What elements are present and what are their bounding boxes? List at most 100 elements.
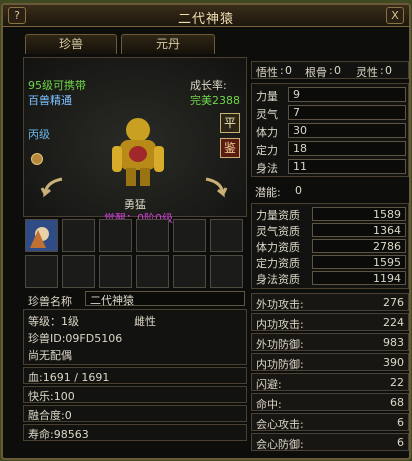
skill-slot[interactable] bbox=[136, 219, 169, 252]
combat-value: 276 bbox=[383, 296, 404, 309]
lingxing-value: 0 bbox=[385, 64, 392, 77]
gengu-label: 根骨 bbox=[305, 66, 327, 79]
aptitude-label: 身法资质 bbox=[256, 273, 300, 286]
attr-label: 体力 bbox=[256, 126, 278, 139]
combat-row: 内功攻击: 224 bbox=[251, 313, 409, 331]
aptitude-value: 1364 bbox=[373, 224, 401, 237]
aptitude-value: 1595 bbox=[373, 256, 401, 269]
combat-row: 闪避: 22 bbox=[251, 373, 409, 391]
rotate-right-icon[interactable] bbox=[202, 176, 228, 198]
attr-label: 力量 bbox=[256, 90, 278, 103]
life-row: 寿命:98563 bbox=[23, 424, 247, 441]
attr-value: 9 bbox=[293, 88, 300, 101]
combat-stats: 外功攻击: 276 内功攻击: 224 外功防御: 983 内功防御: 390 闪避: 2… bbox=[251, 293, 409, 453]
combat-label: 外功攻击: bbox=[256, 298, 304, 311]
pet-grade: 丙级 bbox=[28, 128, 50, 141]
lingxing-colon: : bbox=[380, 64, 384, 77]
attr-label: 身法 bbox=[256, 162, 278, 175]
skill-slot[interactable] bbox=[210, 255, 243, 288]
combat-label: 会心攻击: bbox=[256, 418, 304, 431]
gengu-value: 0 bbox=[334, 64, 341, 77]
skill-slot[interactable] bbox=[25, 255, 58, 288]
skill-slot[interactable] bbox=[210, 219, 243, 252]
attr-value: 7 bbox=[293, 106, 300, 119]
combat-value: 983 bbox=[383, 336, 404, 349]
tab-yuandan[interactable]: 元丹 bbox=[121, 34, 215, 54]
ping-button[interactable]: 平 bbox=[220, 113, 240, 133]
title-bar: ? 二代神猿 X bbox=[3, 5, 409, 27]
pet-name-field[interactable]: 二代神猿 bbox=[85, 291, 245, 307]
skill-slot[interactable] bbox=[136, 255, 169, 288]
wuxing-colon: : bbox=[280, 64, 284, 77]
attr-value-field: 7 bbox=[288, 105, 406, 120]
combat-row: 内功防御: 390 bbox=[251, 353, 409, 371]
skill-slot[interactable] bbox=[99, 255, 132, 288]
potential-label: 潜能: bbox=[255, 186, 281, 199]
attr-value: 11 bbox=[293, 160, 307, 173]
combat-value: 390 bbox=[383, 356, 404, 369]
fusion-row: 融合度:0 bbox=[23, 405, 247, 422]
combat-label: 闪避: bbox=[256, 378, 282, 391]
potential-value: 0 bbox=[295, 184, 302, 197]
aptitude-label: 力量资质 bbox=[256, 209, 300, 222]
pet-window: ? 二代神猿 X 珍兽 元丹 95级可携带 百兽精通 丙级 成长率: 完美238… bbox=[1, 3, 411, 460]
attr-value-field: 11 bbox=[288, 159, 406, 174]
skill-grid bbox=[23, 217, 247, 289]
aptitude-label: 灵气资质 bbox=[256, 225, 300, 238]
aptitude-value: 1589 bbox=[373, 208, 401, 221]
combat-row: 会心防御: 6 bbox=[251, 433, 409, 451]
attr-value: 18 bbox=[293, 142, 307, 155]
skill-slot[interactable] bbox=[62, 255, 95, 288]
combat-label: 外功防御: bbox=[256, 338, 304, 351]
wuxing-value: 0 bbox=[285, 64, 292, 77]
wuxing-label: 悟性 bbox=[256, 66, 278, 79]
jian-button[interactable]: 鉴 bbox=[220, 138, 240, 158]
medal-icon bbox=[31, 153, 43, 165]
close-button[interactable]: X bbox=[386, 7, 404, 24]
aptitude-label: 定力资质 bbox=[256, 257, 300, 270]
pet-model-icon bbox=[112, 118, 164, 186]
attr-value-field: 18 bbox=[288, 141, 406, 156]
attr-value-field: 9 bbox=[288, 87, 406, 102]
attr-value: 30 bbox=[293, 124, 307, 137]
skill-slot[interactable] bbox=[99, 219, 132, 252]
skill-slot[interactable] bbox=[173, 219, 206, 252]
combat-value: 68 bbox=[390, 396, 404, 409]
pet-life: 寿命:98563 bbox=[28, 428, 89, 441]
pet-hp: 血:1691 / 1691 bbox=[28, 371, 110, 384]
skill-slot[interactable] bbox=[62, 219, 95, 252]
growth-label: 成长率: bbox=[190, 79, 227, 92]
combat-label: 内功防御: bbox=[256, 358, 304, 371]
skill-slot[interactable] bbox=[25, 219, 58, 252]
aptitude-label: 体力资质 bbox=[256, 241, 300, 254]
skill-slot[interactable] bbox=[173, 255, 206, 288]
aptitude-panel: 力量资质 1589 灵气资质 1364 体力资质 2786 定力资质 1595 … bbox=[251, 203, 409, 289]
attr-value-field: 30 bbox=[288, 123, 406, 138]
pet-gender: 雌性 bbox=[134, 315, 156, 328]
skill-rank: 百兽精通 bbox=[28, 94, 72, 107]
rotate-left-icon[interactable] bbox=[40, 176, 66, 198]
tab-pet[interactable]: 珍兽 bbox=[25, 34, 117, 54]
aptitude-value: 2786 bbox=[373, 240, 401, 253]
combat-value: 6 bbox=[397, 436, 404, 449]
pet-preview-panel: 95级可携带 百兽精通 丙级 成长率: 完美2388 平 鉴 勇猛 觉醒：0阶0… bbox=[23, 57, 247, 225]
aptitude-bar: 1364 bbox=[312, 223, 406, 237]
pet-level: 等级：1级 bbox=[28, 315, 79, 328]
gengu-colon: : bbox=[329, 64, 333, 77]
aptitude-value: 1194 bbox=[373, 272, 401, 285]
pet-mate: 尚无配偶 bbox=[28, 349, 72, 362]
combat-row: 会心攻击: 6 bbox=[251, 413, 409, 431]
pet-id: 珍兽ID:09FD5106 bbox=[28, 332, 123, 345]
pet-info-panel: 等级：1级 雌性 珍兽ID:09FD5106 尚无配偶 bbox=[23, 309, 247, 365]
combat-label: 内功攻击: bbox=[256, 318, 304, 331]
carry-level: 95级可携带 bbox=[28, 79, 86, 92]
combat-row: 外功防御: 983 bbox=[251, 333, 409, 351]
basic-attr-panel: 力量 9 灵气 7 体力 30 定力 18 身法 11 bbox=[251, 83, 409, 177]
window-title: 二代神猿 bbox=[177, 12, 234, 27]
combat-value: 6 bbox=[397, 416, 404, 429]
aptitude-bar: 1595 bbox=[312, 255, 406, 269]
combat-row: 外功攻击: 276 bbox=[251, 293, 409, 311]
pet-happy: 快乐:100 bbox=[28, 390, 75, 403]
happy-row: 快乐:100 bbox=[23, 386, 247, 403]
aptitude-bar: 2786 bbox=[312, 239, 406, 253]
